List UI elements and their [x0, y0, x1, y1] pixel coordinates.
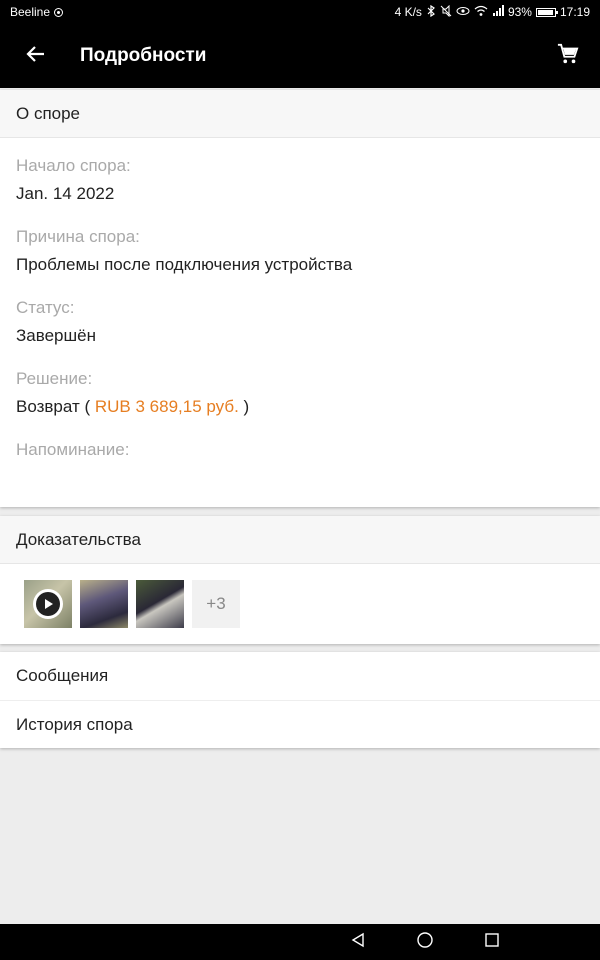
dispute-status-value: Завершён	[16, 326, 96, 345]
recents-nav-icon[interactable]	[484, 932, 500, 953]
resolution-suffix: )	[243, 397, 250, 416]
dispute-card: О споре Начало спора: Jan. 14 2022 Причи…	[0, 90, 600, 507]
dispute-reminder-field: Напоминание:	[0, 430, 600, 496]
page-title: Подробности	[80, 45, 207, 66]
links-card: Сообщения История спора	[0, 652, 600, 748]
dispute-resolution-value: Возврат ( RUB 3 689,15 руб. )	[16, 389, 584, 425]
dispute-start-field: Начало спора: Jan. 14 2022	[0, 146, 600, 212]
back-nav-icon[interactable]	[350, 932, 366, 953]
battery-icon	[535, 7, 558, 17]
refund-amount: RUB 3 689,15 руб.	[94, 397, 239, 416]
arrow-back-icon	[26, 44, 46, 69]
messages-link[interactable]: Сообщения	[0, 652, 600, 700]
dispute-reason-value: Проблемы после подключения устройства	[16, 255, 353, 274]
bluetooth-icon	[426, 4, 436, 20]
play-icon	[33, 589, 63, 619]
dispute-reason-label: Причина спора:	[16, 227, 140, 246]
dispute-resolution-label: Решение:	[16, 369, 93, 388]
mute-icon	[440, 4, 452, 20]
resolution-prefix: Возврат (	[16, 397, 91, 416]
system-nav-bar	[0, 924, 600, 960]
dispute-history-link[interactable]: История спора	[0, 700, 600, 748]
net-speed: 4 K/s	[394, 5, 422, 19]
dispute-start-value: Jan. 14 2022	[16, 184, 115, 203]
dispute-status-label: Статус:	[16, 298, 75, 317]
sync-icon	[54, 7, 64, 17]
dispute-reason-field: Причина спора: Проблемы после подключени…	[0, 217, 600, 283]
evidence-photo-thumbnail[interactable]	[136, 580, 184, 628]
evidence-thumbnails: +3	[0, 564, 600, 644]
evidence-header: Доказательства	[0, 516, 600, 564]
carrier-label: Beeline	[10, 5, 51, 19]
evidence-video-thumbnail[interactable]	[24, 580, 72, 628]
home-nav-icon[interactable]	[416, 931, 434, 954]
evidence-photo-thumbnail[interactable]	[80, 580, 128, 628]
dispute-resolution-field: Решение: Возврат ( RUB 3 689,15 руб. )	[0, 359, 600, 425]
evidence-more-button[interactable]: +3	[192, 580, 240, 628]
dispute-reminder-value	[16, 460, 584, 496]
status-bar: Beeline 4 K/s 93% 17:19	[0, 0, 600, 24]
cart-icon	[557, 43, 579, 70]
cart-button[interactable]	[536, 24, 600, 88]
battery-percent: 93%	[507, 5, 532, 19]
dispute-header: О споре	[0, 90, 600, 138]
signal-icon	[492, 4, 504, 20]
back-button[interactable]	[0, 24, 72, 88]
dispute-reminder-label: Напоминание:	[16, 440, 130, 459]
wifi-icon	[474, 5, 488, 20]
evidence-card: Доказательства +3	[0, 516, 600, 644]
clock: 17:19	[559, 5, 590, 19]
dispute-status-field: Статус: Завершён	[0, 288, 600, 354]
eye-icon	[456, 5, 470, 20]
app-bar: Подробности	[0, 24, 600, 88]
dispute-start-label: Начало спора:	[16, 156, 131, 175]
